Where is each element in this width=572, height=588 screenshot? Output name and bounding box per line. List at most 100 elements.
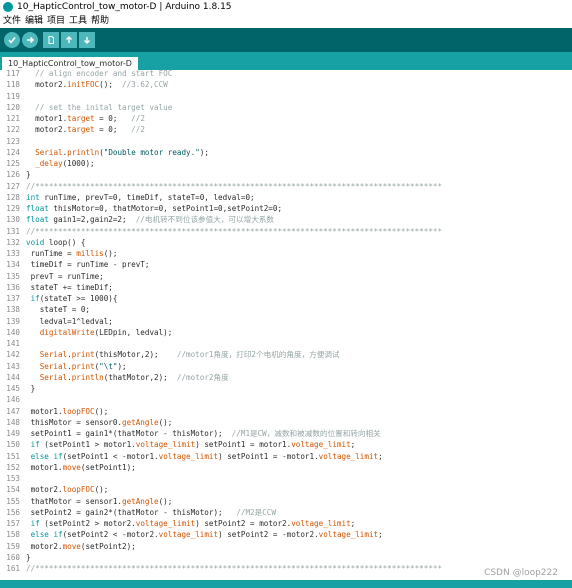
code-text: digitalWrite(LEDpin, ledval);	[39, 327, 173, 337]
menu-help[interactable]: 帮助	[91, 14, 109, 28]
code-line: 131 //***********************************…	[0, 226, 572, 237]
line-number: 137	[6, 294, 20, 303]
code-line: 150 if (setPoint1 > motor1.voltage_limit…	[0, 439, 572, 450]
line-number: 154	[6, 485, 20, 495]
code-text: thisMotor = sensor0.getAngle();	[26, 417, 173, 427]
code-text: motor1.loopFOC();	[26, 406, 109, 416]
new-icon	[48, 36, 54, 44]
menu-tools[interactable]: 工具	[69, 14, 87, 28]
code-line: 147 motor1.loopFOC();	[0, 406, 572, 417]
line-number: 134	[6, 260, 20, 270]
upload-button[interactable]	[22, 32, 38, 48]
code-editor[interactable]: 117 // align encoder and start FOC 118 mo…	[0, 70, 572, 580]
line-number: 146	[6, 395, 20, 405]
verify-icon	[8, 37, 16, 44]
menu-bar: 文件 编辑 项目 工具 帮助	[0, 14, 572, 28]
code-line: 159 motor2.move(setPoint2);	[0, 541, 572, 552]
open-button[interactable]	[61, 32, 77, 48]
code-text: }	[26, 170, 31, 180]
tab-sketch[interactable]: 10_HapticControl_tow_motor-D	[2, 57, 138, 70]
watermark: CSDN @loop222	[484, 568, 558, 578]
status-bar	[0, 580, 572, 588]
code-line: 142 Serial.print(thisMotor,2); //motor1角…	[0, 349, 572, 360]
line-number: 138	[6, 305, 20, 315]
line-number: 150	[6, 440, 20, 450]
code-line: 127 //***********************************…	[0, 181, 572, 192]
line-number: 131	[6, 226, 20, 236]
menu-edit[interactable]: 编辑	[25, 14, 43, 28]
line-number: 123	[6, 136, 20, 146]
code-text: motor2.target = 0; //2	[26, 125, 145, 135]
code-text: setPoint2 = gain2*(thatMotor - thisMotor…	[26, 507, 276, 517]
code-text: motor1.target = 0; //2	[26, 114, 145, 123]
line-number: 149	[6, 429, 20, 438]
line-number: 157	[6, 519, 20, 528]
code-text: stateT = 0;	[26, 305, 91, 315]
code-line: 138 stateT = 0;	[0, 304, 572, 315]
code-text: motor1.move(setPoint1);	[26, 462, 136, 472]
line-number: 155	[6, 496, 20, 506]
code-line: 121 motor1.target = 0; //2	[0, 113, 572, 124]
menu-project[interactable]: 项目	[47, 14, 65, 28]
code-text: thatMotor = sensor1.getAngle();	[26, 496, 173, 506]
code-line: 119	[0, 91, 572, 102]
code-text: void loop() {	[26, 237, 86, 247]
code-text: // set the inital target value	[35, 102, 173, 112]
line-number: 127	[6, 181, 20, 191]
line-number: 132	[6, 237, 20, 247]
code-text: runTime = millis();	[26, 249, 118, 258]
code-text: if(stateT >= 1000){	[30, 294, 118, 303]
code-text: // align encoder and start FOC	[35, 70, 173, 78]
line-number: 145	[6, 384, 20, 393]
line-number: 144	[6, 372, 20, 382]
code-line: 145 }	[0, 383, 572, 394]
code-line: 141	[0, 338, 572, 349]
code-text: setPoint1 = gain1*(thatMotor - thisMotor…	[26, 429, 381, 438]
code-line: 154 motor2.loopFOC();	[0, 484, 572, 495]
tab-strip: 10_HapticControl_tow_motor-D	[0, 52, 572, 70]
code-line: 144 Serial.println(thatMotor,2); //motor…	[0, 372, 572, 383]
line-number: 120	[6, 102, 20, 112]
code-line: 152 motor1.move(setPoint1);	[0, 462, 572, 473]
toolbar	[0, 28, 572, 52]
line-number: 128	[6, 192, 20, 202]
code-line: 155 thatMotor = sensor1.getAngle();	[0, 496, 572, 507]
code-line: 122 motor2.target = 0; //2	[0, 124, 572, 135]
code-text: //**************************************…	[26, 226, 443, 236]
code-line: 133 runTime = millis();	[0, 248, 572, 259]
code-line: 123	[0, 136, 572, 147]
line-number: 141	[6, 339, 20, 348]
line-number: 126	[6, 170, 20, 180]
line-number: 140	[6, 327, 20, 337]
line-number: 160	[6, 552, 20, 562]
open-icon	[66, 36, 72, 43]
save-icon	[84, 37, 90, 44]
code-text: timeDif = runTime - prevT;	[26, 260, 150, 270]
arduino-logo-icon	[3, 2, 13, 12]
menu-file[interactable]: 文件	[3, 14, 21, 28]
code-line: 146	[0, 394, 572, 405]
line-number: 147	[6, 406, 20, 416]
line-number: 156	[6, 507, 20, 517]
code-line: 128 int runTime, prevT=0, timeDif, stateT…	[0, 192, 572, 203]
code-line: 143 Serial.print("\t");	[0, 361, 572, 372]
code-text: motor2.move(setPoint2);	[26, 541, 136, 551]
code-text: Serial.println(thatMotor,2); //motor2角度	[39, 372, 229, 382]
line-number: 136	[6, 282, 20, 292]
code-text: ledval=1^ledval;	[26, 316, 113, 326]
line-number: 148	[6, 417, 20, 427]
code-line: 120 // set the inital target value	[0, 102, 572, 113]
code-text: int runTime, prevT=0, timeDif, stateT=0,…	[26, 192, 255, 202]
code-line: 117 // align encoder and start FOC	[0, 70, 572, 79]
line-number: 122	[6, 125, 20, 135]
code-line: 134 timeDif = runTime - prevT;	[0, 259, 572, 270]
save-button[interactable]	[79, 32, 95, 48]
new-button[interactable]	[43, 32, 59, 48]
code-line: 137 if(stateT >= 1000){	[0, 293, 572, 304]
code-text: if (setPoint1 > motor1.voltage_limit) se…	[30, 440, 356, 450]
line-number: 121	[6, 114, 20, 123]
code-text: Serial.println("Double motor ready.");	[35, 147, 209, 157]
verify-button[interactable]	[4, 32, 20, 48]
line-number: 139	[6, 316, 20, 326]
code-line: 158 else if(setPoint2 < -motor2.voltage_…	[0, 529, 572, 540]
